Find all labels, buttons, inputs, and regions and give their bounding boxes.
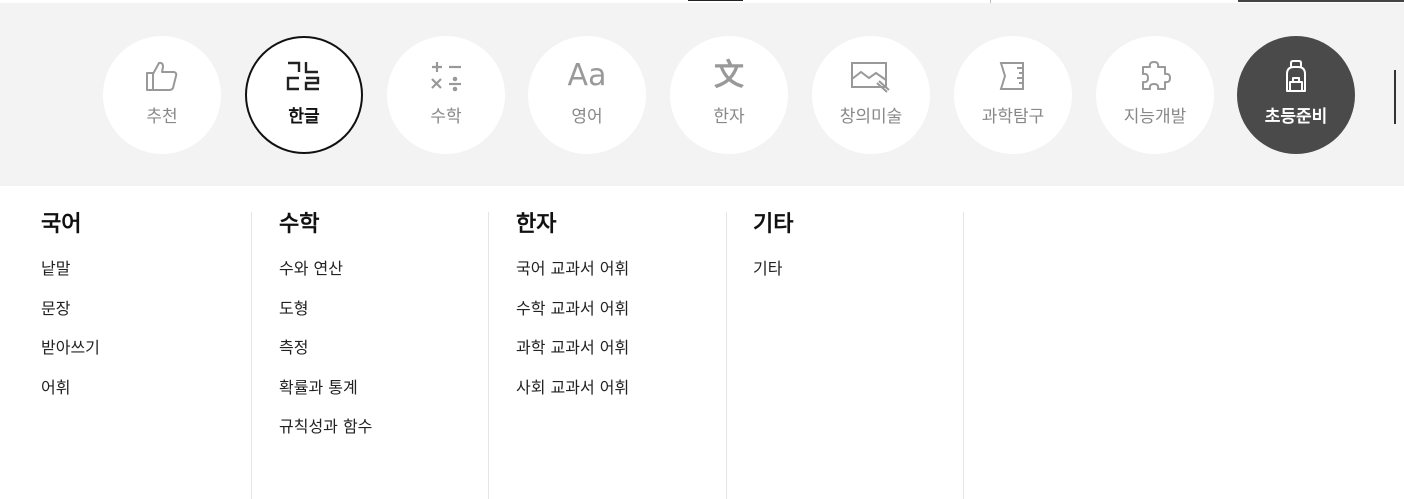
menu-column-korean: 국어 낱말 문장 받아쓰기 어휘 [41,212,252,499]
menu-item[interactable]: 국어 교과서 어휘 [516,257,726,297]
menu-item[interactable]: 수와 연산 [279,257,488,297]
chinese-glyph: 文 [714,58,744,93]
category-art[interactable]: 창의미술 [812,36,930,154]
english-glyph: Aa [567,58,607,93]
category-label: 과학탐구 [981,107,1045,127]
menu-column-title: 국어 [41,212,82,237]
menu-column-title: 수학 [279,212,320,237]
english-aa-icon: Aa [568,58,607,94]
math-operators-icon [426,58,466,94]
category-label: 초등준비 [1264,107,1328,127]
category-label: 영어 [571,107,603,127]
category-science[interactable]: 과학탐구 [954,36,1072,154]
menu-list: 기타 [753,257,963,297]
menu-item[interactable]: 측정 [279,336,488,376]
backpack-icon [1278,58,1314,94]
menu-item[interactable]: 사회 교과서 어휘 [516,376,726,416]
scroll-edge-indicator [1394,70,1396,124]
menu-item[interactable]: 받아쓰기 [41,336,251,376]
menu-column-etc: 기타 기타 [753,212,964,499]
menu-item[interactable]: 어휘 [41,376,251,416]
category-recommend[interactable]: 추천 [103,36,221,154]
menu-list: 국어 교과서 어휘 수학 교과서 어휘 과학 교과서 어휘 사회 교과서 어휘 [516,257,726,415]
category-label: 한글 [288,107,320,127]
category-elementary-prep[interactable]: 초등준비 [1237,36,1355,154]
category-hanja[interactable]: 文 한자 [670,36,788,154]
menu-item[interactable]: 규칙성과 함수 [279,415,488,455]
puzzle-icon [1137,58,1173,94]
category-hangul[interactable]: 한글 [245,36,363,154]
menu-column-math: 수학 수와 연산 도형 측정 확률과 통계 규칙성과 함수 [279,212,489,499]
menu-item[interactable]: 과학 교과서 어휘 [516,336,726,376]
submenu-panel: 국어 낱말 문장 받아쓰기 어휘 수학 수와 연산 도형 측정 확률과 통계 규… [0,186,1404,499]
category-bar: 추천 한글 수학 Aa 영어 文 한자 창의미술 과학탐구 지능개발 초등준비 [0,3,1404,186]
hangul-icon [284,58,324,94]
menu-column-title: 한자 [516,212,557,237]
menu-item[interactable]: 도형 [279,297,488,337]
category-label: 추천 [146,107,178,127]
chinese-character-icon: 文 [714,58,744,94]
category-label: 수학 [430,107,462,127]
category-math[interactable]: 수학 [387,36,505,154]
category-label: 지능개발 [1123,107,1187,127]
art-picture-icon [849,58,893,94]
menu-item[interactable]: 기타 [753,257,963,297]
top-border-accent [688,0,743,1]
top-border-accent-right [1238,0,1404,2]
science-ruler-icon [995,58,1031,94]
menu-list: 수와 연산 도형 측정 확률과 통계 규칙성과 함수 [279,257,488,455]
menu-item[interactable]: 수학 교과서 어휘 [516,297,726,337]
menu-item[interactable]: 낱말 [41,257,251,297]
category-english[interactable]: Aa 영어 [528,36,646,154]
category-intelligence[interactable]: 지능개발 [1096,36,1214,154]
menu-item[interactable]: 문장 [41,297,251,337]
thumbs-up-icon [144,58,180,94]
menu-list: 낱말 문장 받아쓰기 어휘 [41,257,251,415]
menu-column-hanja: 한자 국어 교과서 어휘 수학 교과서 어휘 과학 교과서 어휘 사회 교과서 … [516,212,727,499]
menu-item[interactable]: 확률과 통계 [279,376,488,416]
menu-column-title: 기타 [753,212,794,237]
category-label: 창의미술 [839,107,903,127]
category-label: 한자 [713,107,745,127]
